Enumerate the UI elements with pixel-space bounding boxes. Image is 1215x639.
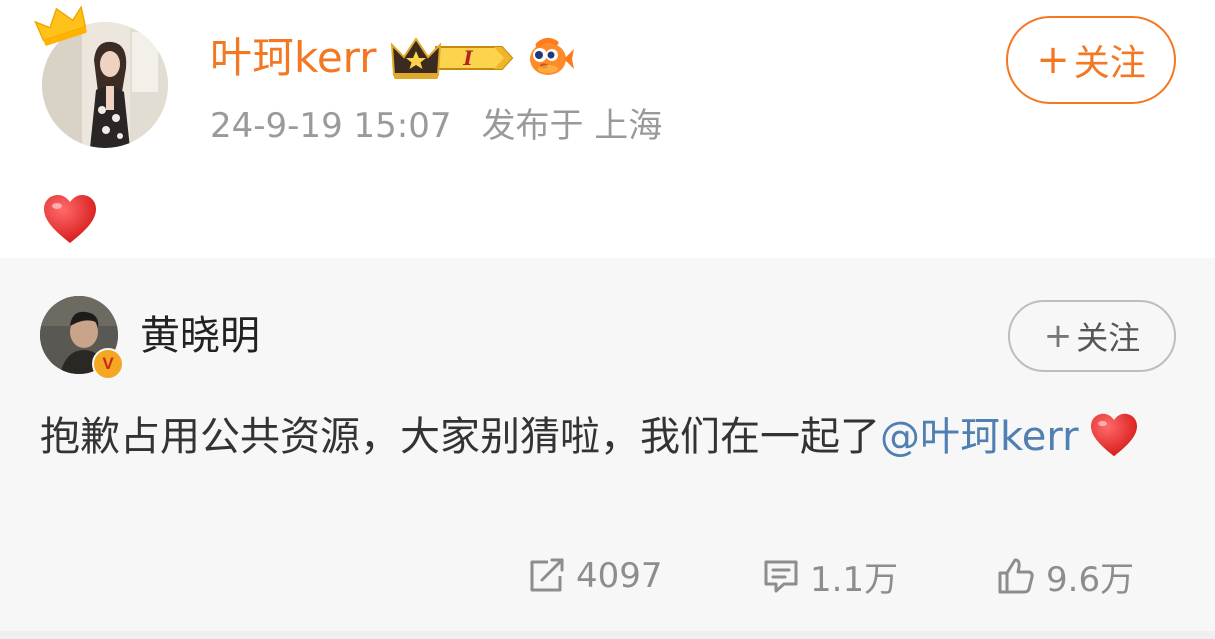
post-meta: 24-9-19 15:07 发布于 上海: [210, 104, 662, 148]
comment-count: 1.1万: [810, 559, 899, 600]
mention-link[interactable]: @叶珂kerr: [880, 414, 1079, 460]
repost-author-name[interactable]: 黄晓明: [140, 310, 260, 362]
repost-author-avatar[interactable]: V: [40, 296, 124, 380]
vip-crown-badge[interactable]: I: [390, 33, 514, 83]
repost-follow-button-label: 关注: [1076, 319, 1141, 357]
divider: [0, 631, 1215, 639]
like-count-button[interactable]: 9.6万: [996, 554, 1135, 600]
follow-button[interactable]: + 关注: [1006, 16, 1176, 104]
weibo-post: 叶珂kerr I 24-9-19 15:07 发布于 上海 + 关注 V 黄晓明…: [0, 0, 1215, 639]
author-name-row: 叶珂kerr I: [210, 30, 576, 86]
repost-stats: 4097 1.1万 9.6万: [0, 554, 1215, 600]
plus-icon: +: [1036, 37, 1070, 83]
repost-count-button[interactable]: 4097: [528, 554, 663, 598]
verified-badge-icon: V: [92, 348, 124, 380]
post-time: 24-9-19 15:07: [210, 106, 452, 146]
plus-icon: +: [1043, 316, 1073, 356]
author-avatar[interactable]: [34, 5, 168, 148]
repost-icon: [530, 558, 564, 592]
like-count: 9.6万: [1046, 559, 1135, 600]
repost-content: 抱歉占用公共资源，大家别猜啦，我们在一起了@叶珂kerr: [40, 404, 1160, 470]
thumbs-up-icon: [998, 558, 1034, 594]
red-heart-icon: [42, 193, 98, 245]
red-heart-icon: [1089, 412, 1139, 458]
vip-level-text: I: [463, 46, 474, 70]
reposted-weibo[interactable]: V 黄晓明 +关注 抱歉占用公共资源，大家别猜啦，我们在一起了@叶珂kerr: [0, 258, 1215, 639]
repost-count: 4097: [576, 556, 663, 596]
post-location: 发布于 上海: [481, 106, 663, 146]
follow-button-label: 关注: [1073, 43, 1146, 84]
comment-count-button[interactable]: 1.1万: [762, 554, 899, 600]
repost-text: 抱歉占用公共资源，大家别猜啦，我们在一起了: [40, 414, 880, 460]
goldfish-icon[interactable]: [524, 33, 576, 83]
crown-icon: [34, 2, 90, 50]
comment-icon: [764, 560, 798, 593]
repost-follow-button[interactable]: + 关注: [1008, 300, 1176, 372]
author-name[interactable]: 叶珂kerr: [210, 30, 376, 86]
post-header: 叶珂kerr I 24-9-19 15:07 发布于 上海 + 关注: [0, 0, 1215, 258]
